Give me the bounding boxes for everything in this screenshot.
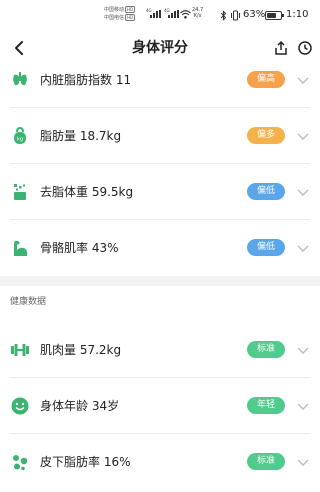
- net-speed-unit: K/s: [193, 13, 202, 19]
- metric-row-subcutaneous-fat[interactable]: 皮下脂肪率 16% 标准: [0, 434, 320, 490]
- status-badge: 年轻: [247, 397, 285, 414]
- hd-badge-1: HD: [125, 6, 136, 13]
- dumbbell-icon: [11, 344, 29, 356]
- wifi-icon: [180, 10, 191, 19]
- status-badge: 偏高: [247, 71, 285, 88]
- vibrate-icon: [231, 10, 240, 21]
- chevron-down-icon[interactable]: [296, 130, 310, 142]
- status-bar: 中国移动 HD 中国电信 HD 4G 4G 24.7 K/s 63% 1:10: [0, 0, 320, 30]
- metric-label: 去脂体重 59.5kg: [40, 185, 134, 199]
- status-badge: 标准: [247, 341, 285, 358]
- smiley-icon: [11, 397, 29, 415]
- metric-row-body-age[interactable]: 身体年龄 34岁 年轻: [0, 378, 320, 434]
- metric-row-skeletal-muscle[interactable]: 骨骼肌率 43% 偏低: [0, 220, 320, 276]
- carrier-1: 中国移动: [104, 7, 125, 13]
- metric-row-visceral-fat[interactable]: 内脏脂肪指数 11 偏高: [0, 52, 320, 108]
- status-badge: 偏多: [247, 127, 285, 144]
- metric-row-fat-mass[interactable]: kg 脂肪量 18.7kg 偏多: [0, 108, 320, 164]
- chevron-down-icon[interactable]: [296, 400, 310, 412]
- status-badge: 标准: [247, 453, 285, 470]
- metric-label: 骨骼肌率 43%: [40, 241, 119, 255]
- svg-text:kg: kg: [17, 137, 23, 143]
- battery-icon: [265, 11, 284, 20]
- battery-percent: 63%: [243, 9, 266, 20]
- hd-badge-2: HD: [125, 14, 136, 21]
- carrier-2: 中国电信: [104, 15, 125, 21]
- kettlebell-icon: kg: [14, 126, 26, 144]
- signal-icon-2: [168, 10, 179, 18]
- status-badge: 偏低: [247, 239, 285, 256]
- chevron-down-icon[interactable]: [296, 74, 310, 86]
- chevron-down-icon[interactable]: [296, 186, 310, 198]
- network-speed: 24.7 K/s: [192, 7, 203, 19]
- chevron-down-icon[interactable]: [296, 242, 310, 254]
- lean-mass-icon: [14, 184, 26, 200]
- visceral-fat-icon: [13, 72, 27, 86]
- carrier-info: 中国移动 HD 中国电信 HD: [104, 6, 136, 22]
- metric-label: 皮下脂肪率 16%: [40, 455, 131, 469]
- section-title: 健康数据: [10, 297, 47, 307]
- status-badge: 偏低: [247, 183, 285, 200]
- chevron-down-icon[interactable]: [296, 344, 310, 356]
- metric-label: 肌肉量 57.2kg: [40, 343, 122, 357]
- subcutaneous-fat-icon: [13, 455, 28, 471]
- metric-label: 内脏脂肪指数 11: [40, 73, 132, 87]
- metric-row-muscle-mass[interactable]: 肌肉量 57.2kg 标准: [0, 322, 320, 378]
- muscle-arm-icon: [14, 240, 28, 256]
- metric-row-lean-mass[interactable]: 去脂体重 59.5kg 偏低: [0, 164, 320, 220]
- signal-icon-1: [150, 10, 161, 18]
- chevron-down-icon[interactable]: [296, 456, 310, 468]
- status-time: 1:10: [286, 9, 309, 20]
- metric-label: 脂肪量 18.7kg: [40, 129, 122, 143]
- metric-label: 身体年龄 34岁: [40, 399, 120, 413]
- section-gap: [0, 276, 320, 286]
- bluetooth-icon: [220, 10, 227, 21]
